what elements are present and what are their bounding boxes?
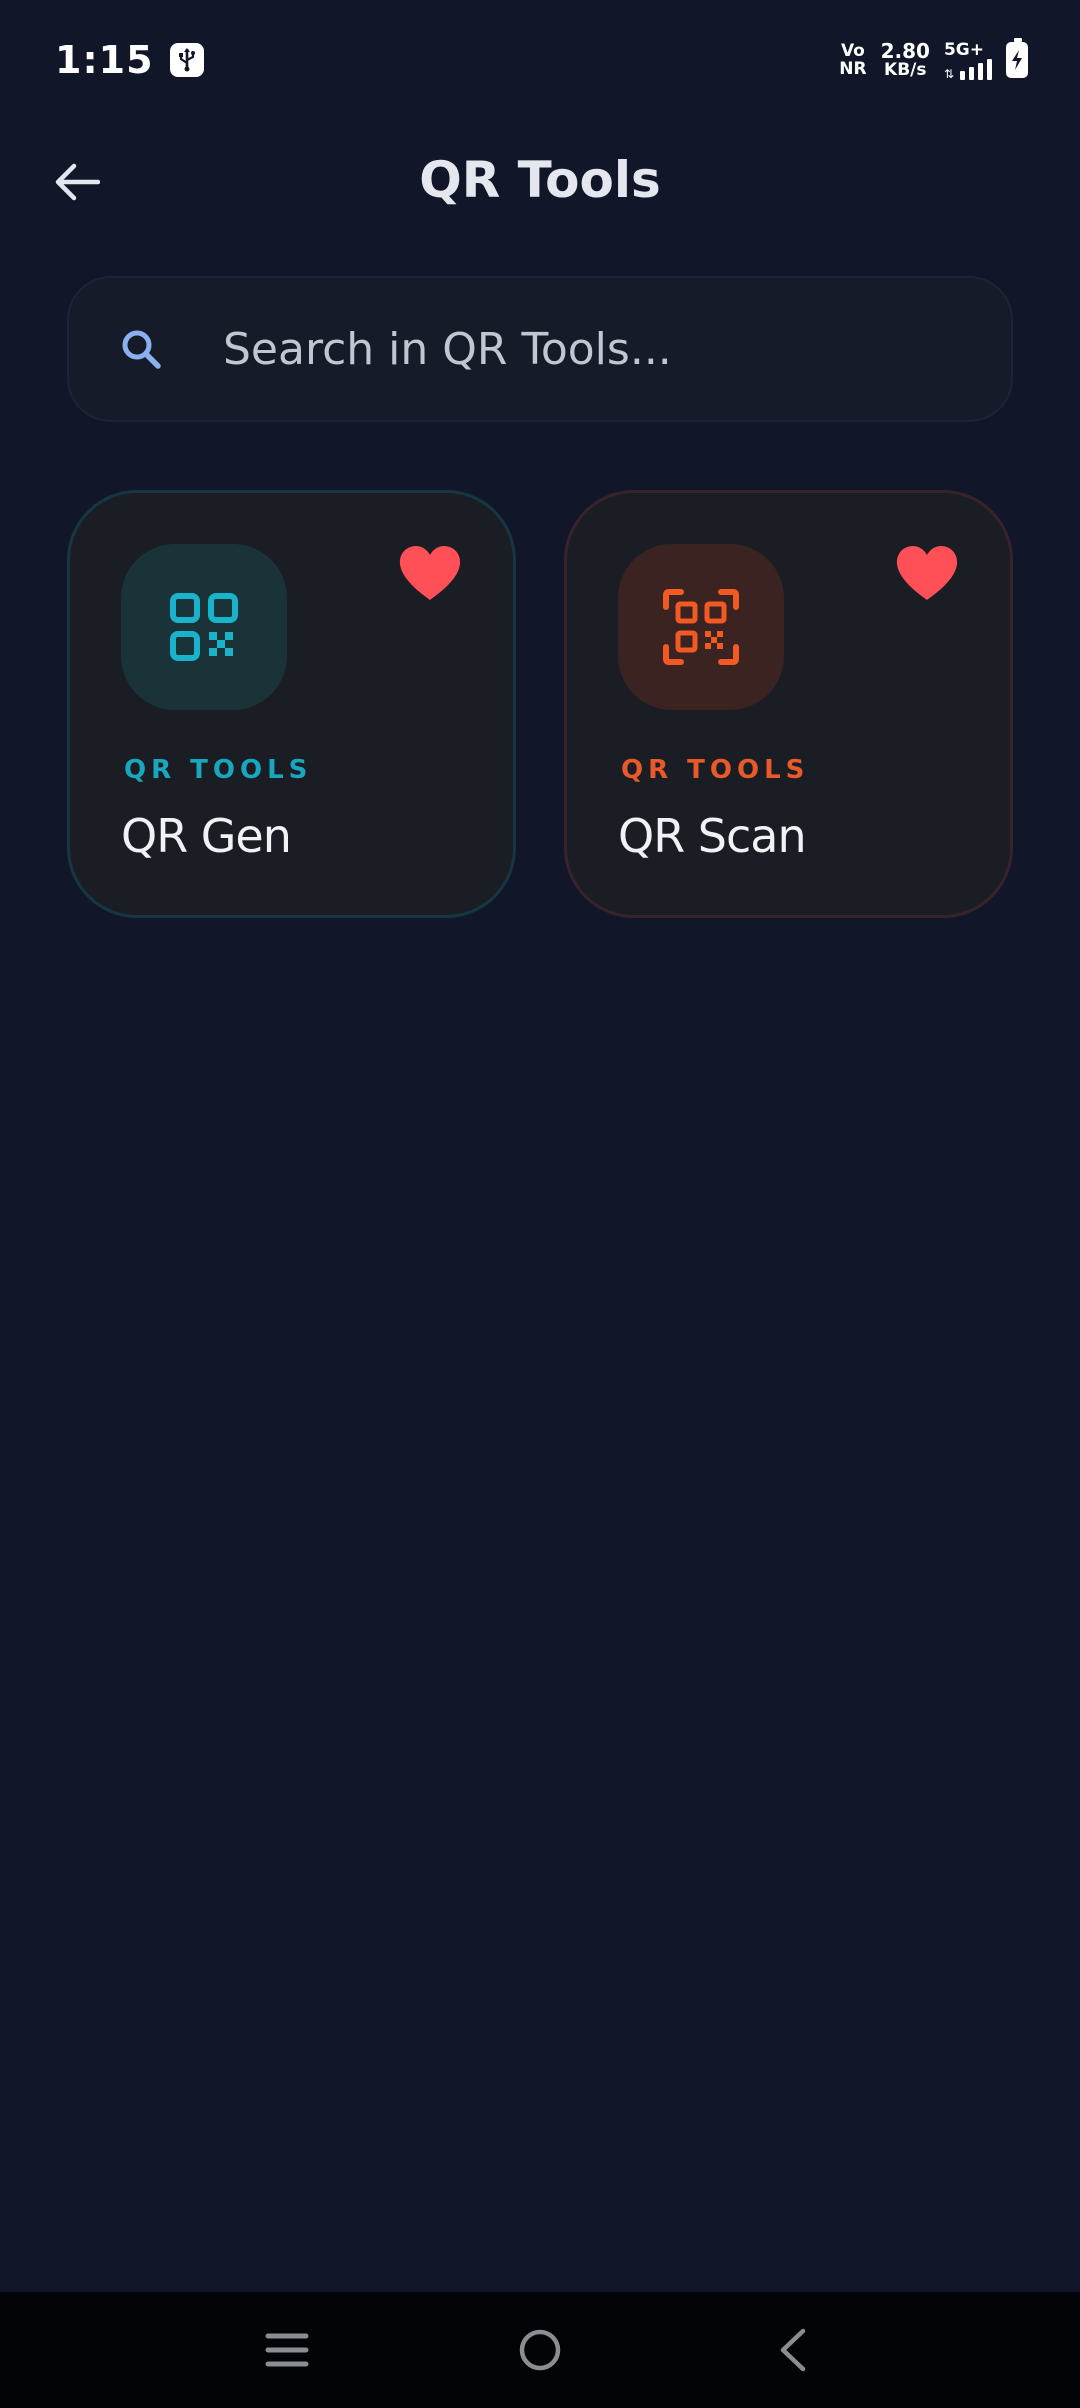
signal-bar	[978, 62, 983, 80]
signal-bars-icon: ⇅	[943, 58, 992, 81]
heart-icon	[896, 546, 958, 600]
system-nav-bar	[0, 2292, 1080, 2408]
arrow-left-icon	[55, 163, 100, 201]
nr-label: NR	[839, 59, 867, 79]
search-bar[interactable]	[67, 276, 1013, 422]
vo-label: Vo	[840, 41, 865, 61]
page-title: QR Tools	[419, 151, 661, 209]
signal-bar	[969, 66, 974, 80]
tool-card-qr-scan[interactable]: QR TOOLS QR Scan	[564, 490, 1013, 918]
speed-value: 2.80	[880, 39, 930, 63]
card-icon-container	[618, 544, 784, 710]
circle-icon	[519, 2329, 561, 2371]
network-speed: 2.80 KB/s	[881, 41, 930, 79]
search-input[interactable]	[223, 323, 1011, 375]
status-left: 1:15	[55, 38, 204, 82]
signal-bar	[987, 58, 992, 80]
status-right: Vo NR 2.80 KB/s 5G+ ⇅	[839, 38, 1028, 80]
screen: 1:15 Vo NR 2.80 KB/s 5G+ ⇅ QR Tools Sear…	[0, 0, 1080, 2408]
recent-apps-button[interactable]	[247, 2310, 327, 2390]
status-time: 1:15	[55, 38, 154, 82]
speed-unit: KB/s	[884, 60, 927, 80]
tool-card-qr-gen[interactable]: QR TOOLS QR Gen	[67, 490, 516, 918]
volte-indicator: Vo NR	[839, 42, 866, 78]
back-button[interactable]	[45, 150, 109, 214]
search-icon	[111, 319, 171, 379]
network-type: 5G+	[943, 39, 984, 60]
app-header: QR Tools	[0, 130, 1080, 230]
favorite-button[interactable]	[894, 543, 960, 603]
card-category: QR TOOLS	[621, 755, 810, 785]
qr-code-icon	[170, 593, 238, 661]
tool-grid: QR TOOLS QR Gen QR TOOLS QR Scan	[67, 490, 1013, 918]
favorite-button[interactable]	[397, 543, 463, 603]
battery-icon	[1006, 38, 1028, 78]
card-icon-container	[121, 544, 287, 710]
system-back-button[interactable]	[753, 2310, 833, 2390]
signal-indicator: 5G+ ⇅	[944, 41, 992, 80]
signal-bar	[960, 70, 965, 80]
card-title: QR Gen	[121, 809, 292, 863]
status-bar: 1:15 Vo NR 2.80 KB/s 5G+ ⇅	[0, 0, 1080, 120]
card-title: QR Scan	[618, 809, 807, 863]
heart-icon	[399, 546, 461, 600]
menu-icon	[265, 2333, 309, 2367]
data-arrows-icon: ⇅	[943, 66, 954, 81]
usb-icon	[169, 43, 204, 77]
qr-scan-icon	[663, 589, 739, 665]
home-button[interactable]	[500, 2310, 580, 2390]
chevron-left-icon	[781, 2328, 806, 2372]
card-category: QR TOOLS	[124, 755, 313, 785]
